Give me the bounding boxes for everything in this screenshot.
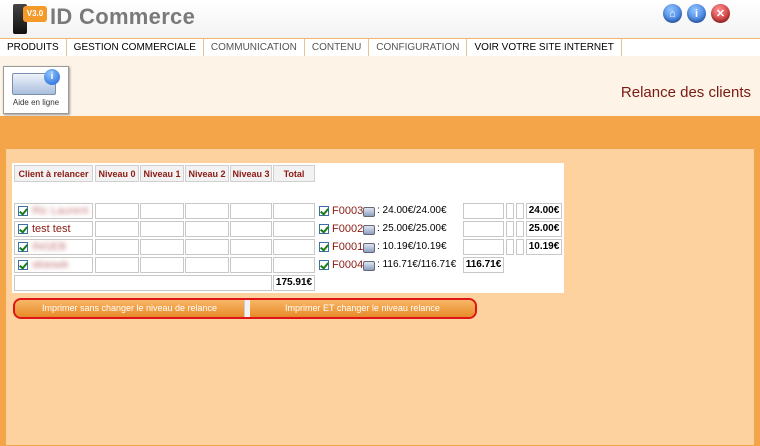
row-checkbox[interactable]	[18, 260, 28, 270]
client-name-link[interactable]: skiesek	[32, 257, 69, 273]
niveau-cell	[230, 203, 272, 219]
invoice-checkbox[interactable]	[319, 206, 329, 216]
logo: V3.0	[5, 2, 47, 36]
client-name-link[interactable]: test test	[32, 221, 71, 237]
invoice-amount: : 10.19€/10.19€	[377, 241, 447, 252]
menu-item-produits[interactable]: PRODUITS	[0, 39, 67, 56]
niveau-amount-cell	[506, 203, 514, 219]
invoice-amount: : 24.00€/24.00€	[377, 205, 447, 216]
printer-icon[interactable]	[363, 207, 375, 217]
invoice-link[interactable]: F0001	[332, 239, 363, 255]
niveau-cell	[95, 239, 139, 255]
col-header-total: Total	[273, 165, 315, 182]
col-header-niveau-1: Niveau 1	[140, 165, 184, 182]
menu-item-gestion-commerciale[interactable]: GESTION COMMERCIALE	[67, 39, 204, 56]
niveau-cell	[230, 257, 272, 273]
row-total: 24.00€	[526, 203, 562, 219]
total-cell	[273, 203, 315, 219]
menu-item-voir-site[interactable]: VOIR VOTRE SITE INTERNET	[467, 39, 622, 56]
printer-icon[interactable]	[363, 261, 375, 271]
home-icon[interactable]: ⌂	[663, 4, 682, 23]
niveau-amount-cell	[506, 239, 514, 255]
grand-total-spacer	[14, 275, 272, 291]
client-name-link[interactable]: Ric Laurent	[32, 203, 88, 219]
niveau-cell	[185, 257, 229, 273]
total-cell	[273, 221, 315, 237]
client-name-link[interactable]: INGEB	[32, 239, 66, 255]
invoice-amount: : 116.71€/116.71€	[377, 259, 457, 270]
niveau-amount-cell	[463, 221, 504, 237]
row-checkbox[interactable]	[18, 206, 28, 216]
total-cell	[273, 257, 315, 273]
print-without-change-button[interactable]: Imprimer sans changer le niveau de relan…	[15, 300, 244, 317]
niveau-cell	[230, 221, 272, 237]
relance-panel: Client à relancer Niveau 0 Niveau 1 Nive…	[12, 163, 564, 293]
app-title: ID Commerce	[50, 4, 196, 29]
niveau-amount-cell	[463, 239, 504, 255]
help-button[interactable]: i Aide en ligne	[3, 66, 69, 114]
menu-item-configuration[interactable]: CONFIGURATION	[369, 39, 468, 56]
row-total: 25.00€	[526, 221, 562, 237]
printer-icon[interactable]	[363, 243, 375, 253]
invoice-link[interactable]: F0003	[332, 203, 363, 219]
niveau-cell	[140, 239, 184, 255]
close-icon[interactable]: ✕	[711, 4, 730, 23]
invoice-amount: : 25.00€/25.00€	[377, 223, 447, 234]
col-header-niveau-3: Niveau 3	[230, 165, 272, 182]
invoice-link[interactable]: F0004	[332, 257, 363, 273]
toolbar: i Aide en ligne Relance des clients	[0, 56, 760, 116]
print-and-change-button[interactable]: Imprimer ET changer le niveau relance	[250, 300, 475, 317]
niveau-cell	[185, 203, 229, 219]
app-header: V3.0 ID Commerce ⌂ i ✕	[0, 0, 760, 38]
info-icon: i	[44, 69, 60, 85]
niveau-amount-cell	[506, 221, 514, 237]
printer-icon[interactable]	[363, 225, 375, 235]
niveau-amount-cell	[516, 203, 524, 219]
invoice-checkbox[interactable]	[319, 242, 329, 252]
menu-item-contenu[interactable]: CONTENU	[305, 39, 370, 56]
col-header-niveau-2: Niveau 2	[185, 165, 229, 182]
niveau-cell	[140, 203, 184, 219]
grand-total: 175.91€	[273, 275, 315, 291]
niveau-amount-cell	[516, 239, 524, 255]
col-header-niveau-0: Niveau 0	[95, 165, 139, 182]
niveau-cell	[95, 221, 139, 237]
help-button-label: Aide en ligne	[12, 98, 60, 107]
main-menu: PRODUITS GESTION COMMERCIALE COMMUNICATI…	[0, 38, 760, 57]
header-icons: ⌂ i ✕	[663, 4, 730, 23]
niveau-amount-cell	[463, 203, 504, 219]
logo-version-badge: V3.0	[23, 6, 47, 22]
info-icon[interactable]: i	[687, 4, 706, 23]
invoice-checkbox[interactable]	[319, 260, 329, 270]
niveau-cell	[95, 203, 139, 219]
niveau-cell	[230, 239, 272, 255]
row-total: 116.71€	[463, 257, 504, 273]
niveau-cell	[140, 257, 184, 273]
invoice-checkbox[interactable]	[319, 224, 329, 234]
niveau-cell	[185, 221, 229, 237]
menu-item-communication[interactable]: COMMUNICATION	[204, 39, 305, 56]
print-actions: Imprimer sans changer le niveau de relan…	[13, 298, 477, 319]
niveau-cell	[185, 239, 229, 255]
row-total: 10.19€	[526, 239, 562, 255]
row-checkbox[interactable]	[18, 242, 28, 252]
niveau-cell	[140, 221, 184, 237]
page-title: Relance des clients	[620, 84, 751, 101]
col-header-client: Client à relancer	[14, 165, 93, 182]
total-cell	[273, 239, 315, 255]
row-checkbox[interactable]	[18, 224, 28, 234]
invoice-link[interactable]: F0002	[332, 221, 363, 237]
niveau-amount-cell	[516, 221, 524, 237]
niveau-cell	[95, 257, 139, 273]
